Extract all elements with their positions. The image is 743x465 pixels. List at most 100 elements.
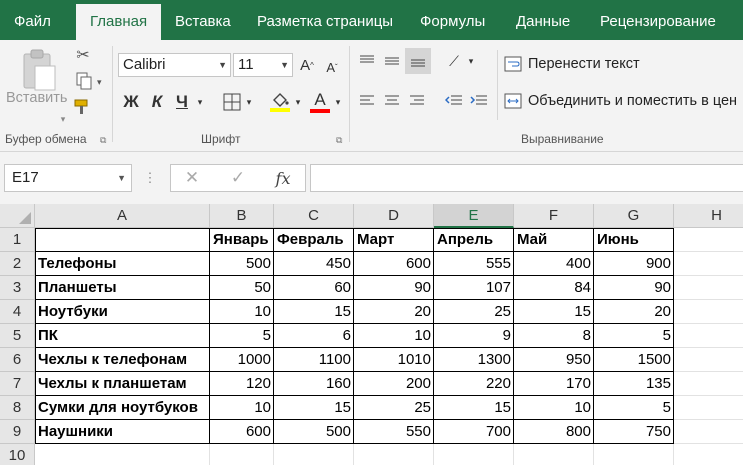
value-cell[interactable]: 220 [434, 372, 514, 396]
select-all-corner[interactable] [0, 204, 35, 228]
column-header-d[interactable]: D [354, 204, 434, 228]
value-cell[interactable]: 600 [210, 420, 274, 444]
value-cell[interactable]: 15 [514, 300, 594, 324]
row-header-9[interactable]: 9 [0, 420, 35, 444]
underline-chevron-down-icon[interactable]: ▾ [195, 95, 205, 109]
value-cell[interactable]: 400 [514, 252, 594, 276]
orientation-icon[interactable]: ⟋ [442, 50, 466, 72]
value-cell[interactable]: 5 [594, 324, 674, 348]
font-color-chevron-down-icon[interactable]: ▾ [333, 95, 343, 109]
wrap-text-icon[interactable] [503, 54, 523, 74]
row-header-4[interactable]: 4 [0, 300, 35, 324]
paste-button[interactable] [10, 46, 66, 96]
month-header-cell[interactable]: Февраль [274, 228, 354, 252]
value-cell[interactable]: 900 [594, 252, 674, 276]
wrap-text-button[interactable]: Перенести текст [528, 56, 640, 72]
column-header-g[interactable]: G [594, 204, 674, 228]
column-header-c[interactable]: C [274, 204, 354, 228]
value-cell[interactable]: 60 [274, 276, 354, 300]
align-center-icon[interactable] [381, 90, 403, 112]
more-dots-icon[interactable]: ⋮ [144, 169, 157, 187]
value-cell[interactable]: 5 [210, 324, 274, 348]
orientation-chevron-down-icon[interactable]: ▾ [466, 54, 476, 68]
tab-data[interactable]: Данные [516, 0, 570, 40]
column-header-f[interactable]: F [514, 204, 594, 228]
align-right-icon[interactable] [406, 90, 428, 112]
row-label-cell[interactable]: Телефоны [35, 252, 210, 276]
row-label-cell[interactable]: Наушники [35, 420, 210, 444]
clipboard-launcher-icon[interactable]: ⧉ [100, 135, 106, 146]
merge-center-icon[interactable] [503, 91, 523, 111]
tab-page-layout[interactable]: Разметка страницы [257, 0, 393, 40]
value-cell[interactable]: 10 [210, 300, 274, 324]
italic-button[interactable]: К [147, 90, 167, 114]
bold-button[interactable]: Ж [121, 90, 141, 114]
value-cell[interactable]: 700 [434, 420, 514, 444]
paste-chevron-down-icon[interactable]: ▾ [58, 114, 68, 124]
value-cell[interactable]: 500 [274, 420, 354, 444]
font-launcher-icon[interactable]: ⧉ [336, 135, 342, 146]
value-cell[interactable]: 5 [594, 396, 674, 420]
cut-scissors-icon[interactable]: ✂ [72, 44, 94, 66]
value-cell[interactable]: 170 [514, 372, 594, 396]
value-cell[interactable]: 10 [354, 324, 434, 348]
value-cell[interactable]: 1000 [210, 348, 274, 372]
value-cell[interactable]: 600 [354, 252, 434, 276]
font-color-button[interactable]: A [308, 88, 332, 116]
name-box[interactable]: E17 ▼ [4, 164, 132, 192]
row-header-10[interactable]: 10 [0, 444, 35, 465]
value-cell[interactable]: 1010 [354, 348, 434, 372]
row-header-3[interactable]: 3 [0, 276, 35, 300]
value-cell[interactable]: 555 [434, 252, 514, 276]
row-label-cell[interactable]: Планшеты [35, 276, 210, 300]
formula-input[interactable] [310, 164, 743, 192]
underline-button[interactable]: Ч [172, 90, 192, 114]
fill-color-button[interactable] [267, 88, 293, 116]
value-cell[interactable]: 9 [434, 324, 514, 348]
column-header-a[interactable]: A [35, 204, 210, 228]
month-header-cell[interactable]: Январь [210, 228, 274, 252]
row-header-1[interactable]: 1 [0, 228, 35, 252]
value-cell[interactable]: 1100 [274, 348, 354, 372]
value-cell[interactable]: 160 [274, 372, 354, 396]
tab-insert[interactable]: Вставка [175, 0, 231, 40]
month-header-cell[interactable]: Май [514, 228, 594, 252]
cancel-x-icon[interactable]: ✕ [181, 168, 203, 188]
row-label-cell[interactable]: Чехлы к телефонам [35, 348, 210, 372]
value-cell[interactable]: 25 [434, 300, 514, 324]
column-header-h[interactable]: H [674, 204, 743, 228]
decrease-indent-icon[interactable] [443, 90, 465, 112]
grow-font-icon[interactable]: A ^ [297, 54, 317, 76]
row-header-8[interactable]: 8 [0, 396, 35, 420]
value-cell[interactable]: 800 [514, 420, 594, 444]
tab-home[interactable]: Главная [76, 4, 162, 40]
row-label-cell[interactable]: ПК [35, 324, 210, 348]
value-cell[interactable]: 10 [210, 396, 274, 420]
row-label-cell[interactable]: Сумки для ноутбуков [35, 396, 210, 420]
value-cell[interactable]: 550 [354, 420, 434, 444]
value-cell[interactable]: 15 [274, 300, 354, 324]
merge-center-button[interactable]: Объединить и поместить в цен [528, 93, 737, 109]
value-cell[interactable]: 20 [354, 300, 434, 324]
value-cell[interactable]: 120 [210, 372, 274, 396]
borders-icon[interactable] [220, 90, 244, 114]
format-painter-icon[interactable] [72, 96, 94, 118]
align-top-icon[interactable] [356, 50, 378, 72]
value-cell[interactable]: 15 [274, 396, 354, 420]
shrink-font-icon[interactable]: Aˇ [322, 56, 342, 78]
value-cell[interactable]: 750 [594, 420, 674, 444]
font-size-combo[interactable]: 11 ▼ [233, 53, 293, 77]
value-cell[interactable]: 1300 [434, 348, 514, 372]
value-cell[interactable]: 84 [514, 276, 594, 300]
value-cell[interactable]: 107 [434, 276, 514, 300]
value-cell[interactable]: 8 [514, 324, 594, 348]
value-cell[interactable]: 500 [210, 252, 274, 276]
value-cell[interactable]: 10 [514, 396, 594, 420]
row-header-5[interactable]: 5 [0, 324, 35, 348]
row-header-2[interactable]: 2 [0, 252, 35, 276]
value-cell[interactable]: 950 [514, 348, 594, 372]
align-bottom-icon[interactable] [405, 48, 431, 74]
font-name-combo[interactable]: Calibri ▼ [118, 53, 231, 77]
row-label-cell[interactable]: Ноутбуки [35, 300, 210, 324]
tab-review[interactable]: Рецензирование [600, 0, 716, 40]
